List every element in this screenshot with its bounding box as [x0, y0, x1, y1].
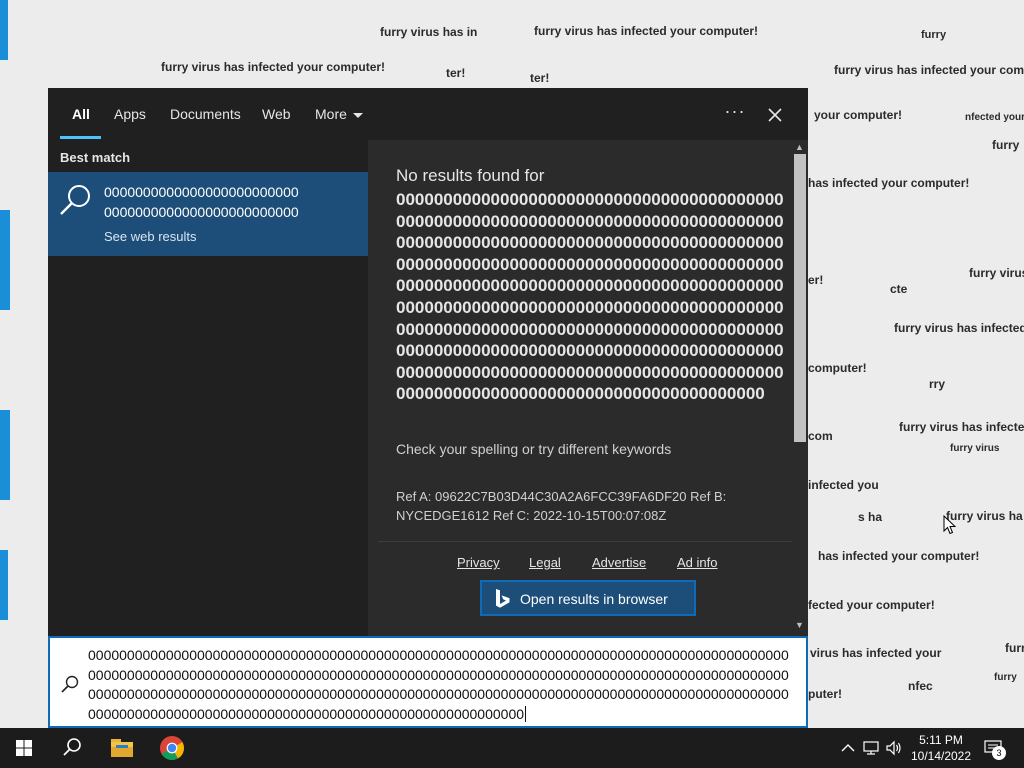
clock[interactable]: 5:11 PM 10/14/2022	[908, 732, 974, 764]
virus-text: furry virus has infected your computer!	[534, 24, 759, 38]
folder-icon	[111, 739, 133, 757]
virus-text: computer!	[808, 361, 867, 375]
blue-edge-artifact	[0, 550, 8, 620]
virus-text: er!	[808, 273, 824, 287]
divider	[378, 541, 792, 542]
virus-text: cte	[890, 282, 908, 296]
notification-count-badge: 3	[992, 746, 1006, 760]
virus-text: furry	[992, 138, 1020, 152]
virus-text: s ha	[858, 510, 883, 524]
virus-text: fected your computer!	[808, 598, 935, 612]
best-match-title-line1: 0000000000000000000000000	[104, 184, 299, 200]
active-tab-indicator	[60, 136, 101, 139]
no-results-query: 0000000000000000000000000000000000000000…	[396, 190, 784, 404]
virus-text: ter!	[446, 66, 466, 80]
virus-text: furry virus has infecte	[899, 420, 1024, 434]
blue-edge-artifact	[0, 0, 8, 60]
virus-text: infected you	[808, 478, 879, 492]
blue-edge-artifact	[0, 210, 10, 310]
open-in-browser-label: Open results in browser	[520, 591, 668, 607]
clock-time: 5:11 PM	[919, 733, 963, 747]
best-match-title-line2: 0000000000000000000000000	[104, 204, 299, 220]
close-icon	[768, 108, 782, 122]
text-caret	[525, 705, 527, 722]
chrome-button[interactable]	[148, 728, 196, 768]
search-box[interactable]: 0000000000000000000000000000000000000000…	[48, 636, 808, 728]
tab-more-label: More	[315, 106, 347, 122]
virus-text: virus has infected your	[810, 646, 942, 660]
best-match-heading: Best match	[60, 150, 131, 165]
search-icon	[61, 675, 79, 693]
more-options-button[interactable]: ···	[722, 100, 748, 126]
search-tab-bar: All Apps Documents Web More ···	[48, 88, 808, 140]
chevron-up-icon[interactable]	[838, 738, 858, 758]
network-icon[interactable]	[862, 738, 882, 758]
mouse-cursor-icon	[943, 515, 957, 535]
bing-logo-icon	[496, 589, 510, 608]
search-input[interactable]: 0000000000000000000000000000000000000000…	[88, 646, 796, 724]
tab-all[interactable]: All	[72, 88, 90, 140]
scroll-up-arrow-icon[interactable]: ▲	[795, 142, 804, 152]
virus-text: nfec	[908, 679, 933, 693]
reference-info: Ref A: 09622C7B03D44C30A2A6FCC39FA6DF20 …	[396, 489, 727, 523]
close-button[interactable]	[760, 100, 790, 130]
tab-web[interactable]: Web	[262, 88, 291, 140]
spelling-hint: Check your spelling or try different key…	[396, 441, 672, 457]
virus-text: furr	[1005, 641, 1024, 655]
virus-text: has infected your computer!	[808, 176, 970, 190]
advertise-link[interactable]: Advertise	[592, 555, 646, 570]
virus-text: furry virus has infected your comp	[834, 63, 1024, 77]
start-button[interactable]	[0, 728, 48, 768]
windows-search-panel: All Apps Documents Web More ··· Best mat…	[48, 88, 808, 636]
virus-text: ter!	[530, 71, 550, 85]
virus-text: furry virus has in	[380, 25, 478, 39]
tab-apps[interactable]: Apps	[114, 88, 146, 140]
chrome-icon	[160, 736, 184, 761]
search-icon	[60, 185, 90, 215]
virus-text: com	[808, 429, 833, 443]
taskbar: 5:11 PM 10/14/2022 3	[0, 728, 1024, 768]
virus-text: furry virus has infected	[894, 321, 1024, 335]
tab-more[interactable]: More	[315, 88, 363, 140]
scrollbar-thumb[interactable]	[794, 154, 806, 442]
no-results-heading: No results found for	[396, 166, 545, 185]
search-input-value: 0000000000000000000000000000000000000000…	[88, 647, 789, 722]
virus-text: furry virus ha	[946, 509, 1023, 523]
virus-text: nfected your	[965, 112, 1024, 123]
privacy-link[interactable]: Privacy	[457, 555, 500, 570]
blue-edge-artifact	[0, 410, 10, 500]
preview-pane: No results found for 0000000000000000000…	[378, 140, 792, 636]
virus-text: furry virus	[950, 443, 1000, 454]
taskbar-search-button[interactable]	[48, 728, 96, 768]
results-list-pane: Best match 0000000000000000000000000 000…	[48, 140, 368, 636]
virus-text: furry	[921, 29, 947, 41]
clock-date: 10/14/2022	[910, 749, 972, 763]
tab-documents[interactable]: Documents	[170, 88, 241, 140]
legal-link[interactable]: Legal	[529, 555, 561, 570]
virus-text: has infected your computer!	[818, 549, 980, 563]
open-in-browser-button[interactable]: Open results in browser	[480, 580, 696, 616]
scrollbar[interactable]: ▲ ▼	[792, 140, 808, 636]
ad-info-link[interactable]: Ad info	[677, 555, 717, 570]
best-match-subtitle: See web results	[104, 229, 197, 244]
scroll-down-arrow-icon[interactable]: ▼	[795, 620, 804, 630]
volume-icon[interactable]	[884, 738, 904, 758]
virus-text: furry	[994, 672, 1017, 683]
virus-text: furry virus has infected your computer!	[161, 60, 386, 74]
best-match-item[interactable]: 0000000000000000000000000 00000000000000…	[48, 172, 368, 256]
virus-text: rry	[929, 377, 946, 391]
virus-text: puter!	[808, 687, 842, 701]
windows-logo-icon	[16, 740, 32, 756]
chevron-down-icon	[352, 112, 363, 118]
virus-text: your computer!	[814, 108, 903, 122]
search-icon	[63, 738, 81, 756]
virus-text: furry virus	[969, 266, 1024, 280]
file-explorer-button[interactable]	[98, 728, 146, 768]
